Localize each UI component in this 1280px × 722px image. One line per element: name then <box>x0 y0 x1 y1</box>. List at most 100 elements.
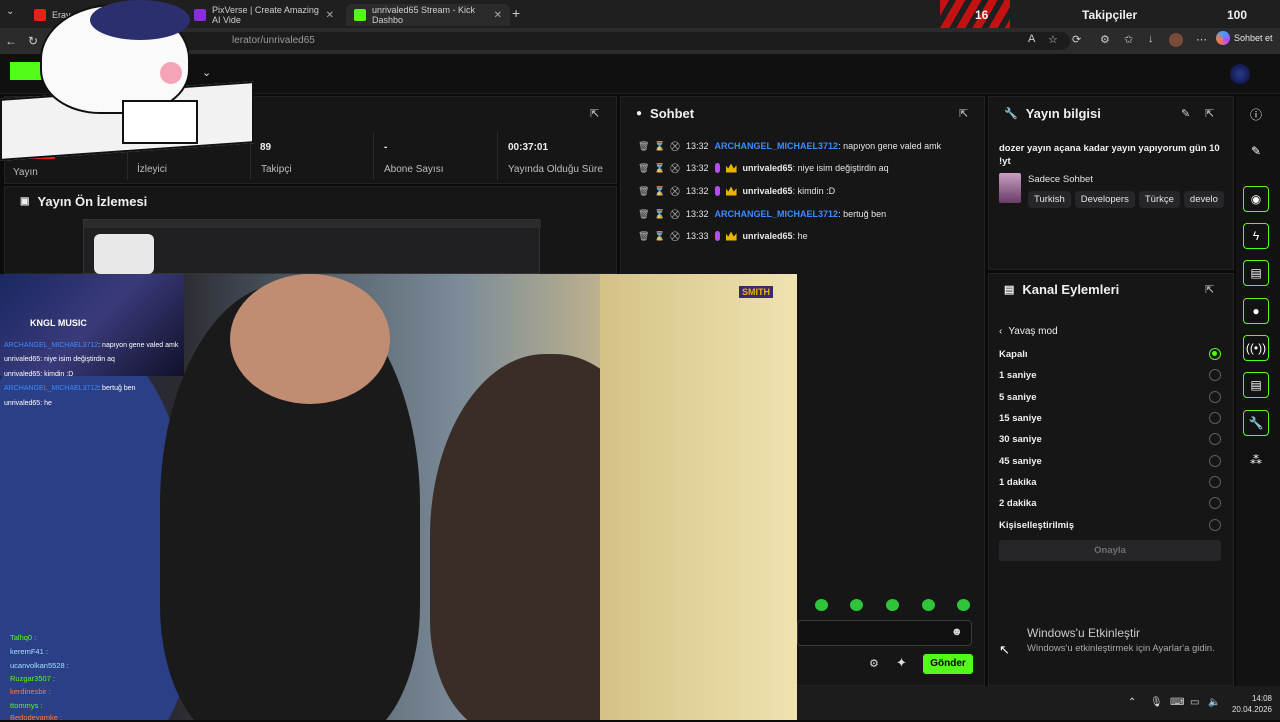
chat-text: : kimdin :D <box>792 186 836 196</box>
new-tab-button[interactable]: + <box>512 5 520 21</box>
read-aloud-icon[interactable]: A <box>1028 33 1035 45</box>
popout-icon[interactable]: ⇱ <box>1205 107 1214 120</box>
favorites-icon[interactable]: ✩ <box>1124 33 1133 46</box>
info-icon[interactable]: ⓘ <box>1243 101 1269 127</box>
pen-icon[interactable]: ✎ <box>1243 138 1269 164</box>
radio-button[interactable] <box>1209 391 1221 403</box>
lightning-icon[interactable]: ϟ <box>1243 223 1269 249</box>
emoji-picker-icon[interactable]: ☻ <box>951 626 963 638</box>
ban-icon[interactable]: ⛒ <box>670 186 680 197</box>
timeout-icon[interactable]: ⌛ <box>654 163 665 174</box>
radio-button[interactable] <box>1209 497 1221 509</box>
timeout-icon[interactable]: ⌛ <box>654 141 665 152</box>
radio-button[interactable] <box>1209 348 1221 360</box>
network-icon[interactable]: ▭ <box>1190 697 1199 708</box>
emote-icon[interactable] <box>957 599 970 611</box>
preview-title: ▣ Yayın Ön İzlemesi <box>20 194 147 209</box>
slow-mode-option[interactable]: Kapalı <box>999 346 1221 362</box>
slow-mode-option[interactable]: 1 dakika <box>999 474 1221 490</box>
delete-icon[interactable]: 🗑 <box>638 186 649 197</box>
chat-tools-icon[interactable]: ✦ <box>896 655 907 671</box>
radio-button[interactable] <box>1209 412 1221 424</box>
tab-kick-dashboard[interactable]: unrivaled65 Stream - Kick Dashbo ✕ <box>346 4 510 26</box>
stream-info-panel <box>988 96 1234 270</box>
radio-button[interactable] <box>1209 455 1221 467</box>
ban-icon[interactable]: ⛒ <box>670 231 680 242</box>
tag[interactable]: Developers <box>1074 191 1135 208</box>
delete-icon[interactable]: 🗑 <box>638 231 649 242</box>
slow-mode-option[interactable]: 5 saniye <box>999 389 1221 405</box>
close-icon[interactable]: ✕ <box>326 10 334 21</box>
timeout-icon[interactable]: ⌛ <box>654 231 665 242</box>
broadcast-icon[interactable]: ((•)) <box>1243 335 1269 361</box>
emote-icon[interactable] <box>922 599 935 611</box>
edit-pencil-icon[interactable]: ✎ <box>1181 107 1190 120</box>
delete-icon[interactable]: 🗑 <box>638 141 649 152</box>
crown-badge-icon <box>725 231 737 241</box>
emote-icon[interactable] <box>850 599 863 611</box>
chat-username[interactable]: unrivaled65 <box>743 163 793 173</box>
channel-actions-icon[interactable]: ▤ <box>1243 372 1269 398</box>
popout-icon[interactable]: ⇱ <box>590 107 599 120</box>
chat-icon[interactable]: ● <box>1243 298 1269 324</box>
confirm-button[interactable]: Onayla <box>999 540 1221 561</box>
chat-username[interactable]: ARCHANGEL_MICHAEL3712 <box>715 209 839 219</box>
volume-icon[interactable]: 🔈 <box>1208 697 1220 708</box>
copilot-button[interactable]: Sohbet et <box>1216 31 1273 45</box>
slow-mode-back[interactable]: ‹ Yavaş mod <box>999 326 1058 337</box>
camera-icon[interactable]: ◉ <box>1243 186 1269 212</box>
ban-icon[interactable]: ⛒ <box>670 209 680 220</box>
emote-icon[interactable] <box>886 599 899 611</box>
popout-icon[interactable]: ⇱ <box>1205 283 1214 296</box>
profile-avatar[interactable] <box>1169 33 1183 47</box>
tray-chevron-icon[interactable]: ⌃ <box>1128 697 1136 708</box>
delete-icon[interactable]: 🗑 <box>638 209 649 220</box>
more-menu-icon[interactable]: ⋯ <box>1196 33 1207 46</box>
chat-username[interactable]: unrivaled65 <box>743 186 793 196</box>
overlay-chat-line: unrivaled65: he <box>4 400 52 407</box>
refresh-app-icon[interactable]: ⟳ <box>1072 33 1081 46</box>
delete-icon[interactable]: 🗑 <box>638 163 649 174</box>
community-icon[interactable]: ⁂ <box>1243 447 1269 473</box>
send-button[interactable]: Gönder <box>923 654 973 674</box>
slow-mode-option[interactable]: 2 dakika <box>999 495 1221 511</box>
timeout-icon[interactable]: ⌛ <box>654 186 665 197</box>
ban-icon[interactable]: ⛒ <box>670 163 680 174</box>
chat-username[interactable]: ARCHANGEL_MICHAEL3712 <box>715 141 839 151</box>
tag[interactable]: Turkish <box>1028 191 1071 208</box>
tag[interactable]: develo <box>1183 191 1224 208</box>
chat-username[interactable]: unrivaled65 <box>743 231 793 241</box>
category-name[interactable]: Sadece Sohbet <box>1028 174 1093 185</box>
timeout-icon[interactable]: ⌛ <box>654 209 665 220</box>
chat-message: 🗑 ⌛ ⛒ 13:32 unrivaled65: kimdin :D <box>638 184 835 198</box>
microphone-icon[interactable]: 🎙 <box>1150 697 1163 708</box>
slow-mode-option[interactable]: 15 saniye <box>999 410 1221 426</box>
popout-icon[interactable]: ⇱ <box>959 107 968 120</box>
wrench-icon[interactable]: 🔧 <box>1243 410 1269 436</box>
tag[interactable]: Türkçe <box>1138 191 1180 208</box>
close-icon[interactable]: ✕ <box>494 10 502 21</box>
extensions-icon[interactable]: ⚙ <box>1100 33 1110 46</box>
slow-mode-option[interactable]: 30 saniye <box>999 431 1221 447</box>
slow-mode-option[interactable]: 1 saniye <box>999 367 1221 383</box>
favorite-star-icon[interactable]: ☆ <box>1048 33 1058 46</box>
video-preview-icon: ▣ <box>20 196 30 207</box>
document-icon[interactable]: ▤ <box>1243 260 1269 286</box>
downloads-icon[interactable]: ↓ <box>1148 33 1154 45</box>
radio-button[interactable] <box>1209 433 1221 445</box>
chat-input[interactable] <box>797 620 972 646</box>
user-avatar[interactable] <box>1230 64 1250 84</box>
crown-badge-icon <box>725 186 737 196</box>
emote-icon[interactable] <box>815 599 828 611</box>
chat-settings-icon[interactable]: ⚙ <box>869 657 879 670</box>
ban-icon[interactable]: ⛒ <box>670 141 680 152</box>
radio-button[interactable] <box>1209 369 1221 381</box>
stat-value: 89 <box>260 142 272 153</box>
taskbar-clock[interactable]: 14:08 20.04.2026 <box>1228 693 1272 715</box>
slow-mode-option[interactable]: 45 saniye <box>999 453 1221 469</box>
slow-mode-option[interactable]: Kişiselleştirilmiş <box>999 517 1221 533</box>
keyboard-icon[interactable]: ⌨ <box>1170 697 1184 708</box>
kick-icon <box>354 9 366 21</box>
radio-button[interactable] <box>1209 519 1221 531</box>
radio-button[interactable] <box>1209 476 1221 488</box>
